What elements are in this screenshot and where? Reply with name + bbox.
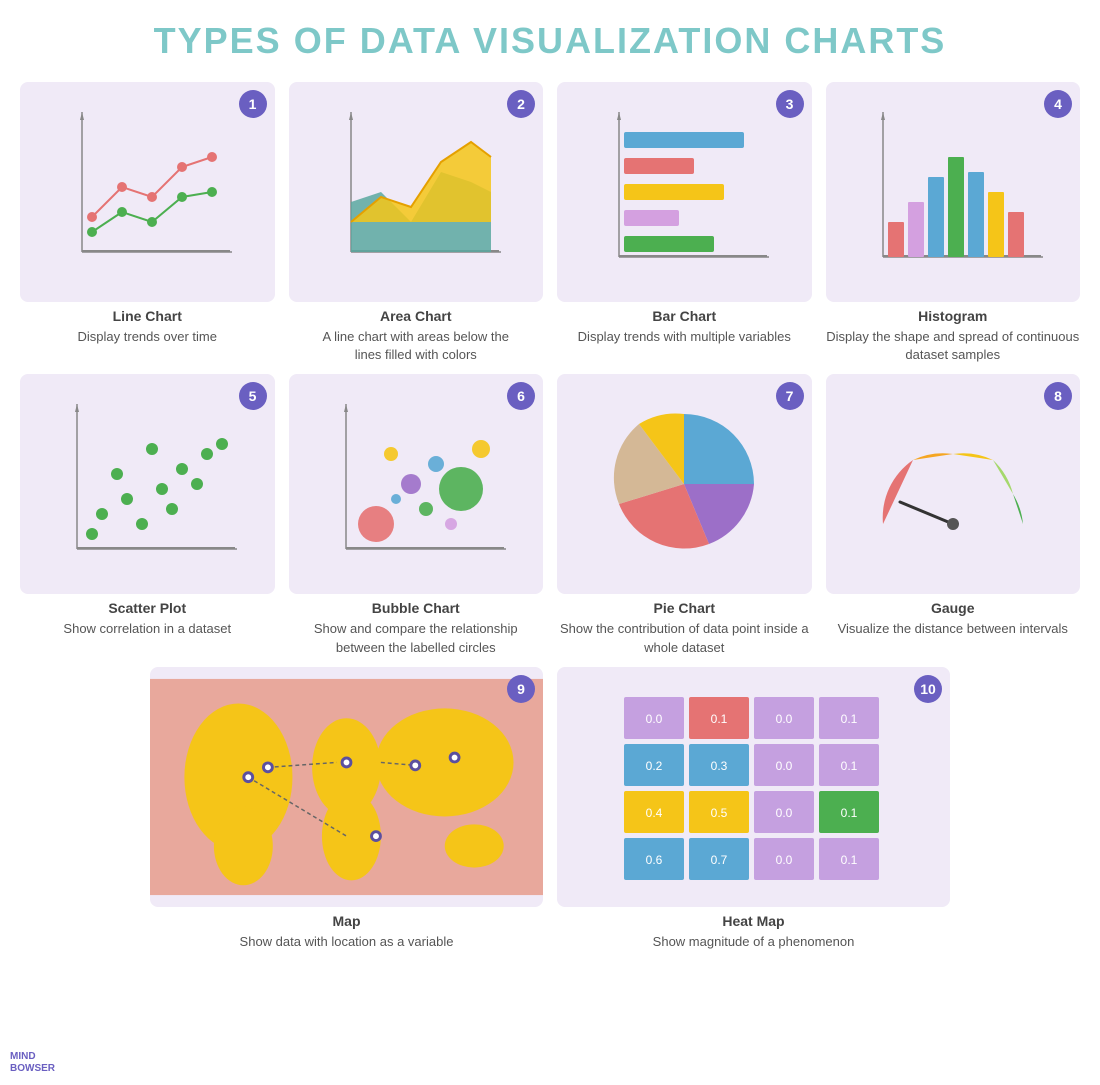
chart-label-9: Map xyxy=(333,913,361,929)
chart-number-1: 1 xyxy=(239,90,267,118)
chart-box-4: 4 xyxy=(826,82,1081,302)
svg-text:0.7: 0.7 xyxy=(710,853,727,867)
chart-number-8: 8 xyxy=(1044,382,1072,410)
chart-desc-9: Show data with location as a variable xyxy=(240,933,454,951)
chart-item-4: 4 Histogram Display the shape and spread… xyxy=(826,82,1081,364)
chart-number-5: 5 xyxy=(239,382,267,410)
chart-label-7: Pie Chart xyxy=(654,600,715,616)
chart-number-3: 3 xyxy=(776,90,804,118)
svg-text:0.4: 0.4 xyxy=(645,806,662,820)
svg-text:0.1: 0.1 xyxy=(840,759,857,773)
logo: MIND BOWSER xyxy=(10,1051,55,1075)
chart-label-5: Scatter Plot xyxy=(108,600,186,616)
chart-desc-4: Display the shape and spread of continuo… xyxy=(826,328,1081,364)
chart-item-2: 2 Area Chart A line chart with areas bel… xyxy=(289,82,544,364)
chart-desc-6: Show and compare the relationship betwee… xyxy=(289,620,544,656)
chart-number-2: 2 xyxy=(507,90,535,118)
logo-line1: MIND xyxy=(10,1051,55,1063)
gauge-svg xyxy=(858,394,1048,574)
svg-text:0.6: 0.6 xyxy=(645,853,662,867)
map-svg xyxy=(150,667,543,907)
chart-desc-3: Display trends with multiple variables xyxy=(578,328,791,346)
chart-label-4: Histogram xyxy=(918,308,987,324)
chart-grid-row2: 5 Scatter Plot Show xyxy=(20,374,1080,656)
heatmap-svg: 0.0 0.1 0.0 0.1 0.2 0.3 0.0 0.1 0.4 xyxy=(614,687,894,887)
chart-item-3: 3 Bar Chart Display trends with multiple… xyxy=(557,82,812,364)
svg-text:0.1: 0.1 xyxy=(710,712,727,726)
chart-label-10: Heat Map xyxy=(722,913,784,929)
chart-box-1: 1 xyxy=(20,82,275,302)
chart-label-8: Gauge xyxy=(931,600,975,616)
chart-box-9: 9 xyxy=(150,667,543,907)
bubble-svg xyxy=(321,394,511,574)
bar-chart-svg xyxy=(589,102,779,282)
chart-item-1: 1 Line xyxy=(20,82,275,364)
scatter-svg xyxy=(52,394,242,574)
chart-box-7: 7 xyxy=(557,374,812,594)
chart-item-8: 8 Gauge Visualize the distanc xyxy=(826,374,1081,656)
pie-svg xyxy=(589,394,779,574)
svg-text:0.1: 0.1 xyxy=(840,712,857,726)
chart-item-6: 6 Bubble Chart Show and compare the rela… xyxy=(289,374,544,656)
chart-item-10: 10 0.0 0.1 0.0 0.1 0.2 0.3 0.0 xyxy=(557,667,950,951)
chart-desc-1: Display trends over time xyxy=(78,328,217,346)
chart-number-9: 9 xyxy=(507,675,535,703)
chart-label-2: Area Chart xyxy=(380,308,452,324)
chart-box-10: 10 0.0 0.1 0.0 0.1 0.2 0.3 0.0 xyxy=(557,667,950,907)
chart-label-3: Bar Chart xyxy=(652,308,716,324)
chart-box-2: 2 xyxy=(289,82,544,302)
chart-desc-7: Show the contribution of data point insi… xyxy=(557,620,812,656)
histogram-svg xyxy=(858,102,1048,282)
area-chart-svg xyxy=(321,102,511,282)
chart-item-5: 5 Scatter Plot Show xyxy=(20,374,275,656)
title-part1: TYPES OF DATA VISUALIZATION xyxy=(154,20,785,61)
chart-number-4: 4 xyxy=(1044,90,1072,118)
line-chart-svg xyxy=(52,102,242,282)
chart-desc-8: Visualize the distance between intervals xyxy=(838,620,1068,638)
chart-number-10: 10 xyxy=(914,675,942,703)
svg-text:0.1: 0.1 xyxy=(840,806,857,820)
svg-text:0.1: 0.1 xyxy=(840,853,857,867)
svg-text:0.0: 0.0 xyxy=(775,806,792,820)
chart-number-6: 6 xyxy=(507,382,535,410)
chart-box-3: 3 xyxy=(557,82,812,302)
chart-grid-row1: 1 Line xyxy=(20,82,1080,364)
chart-grid-row3: 9 xyxy=(150,667,950,951)
chart-number-7: 7 xyxy=(776,382,804,410)
chart-desc-5: Show correlation in a dataset xyxy=(63,620,231,638)
chart-box-8: 8 xyxy=(826,374,1081,594)
chart-desc-10: Show magnitude of a phenomenon xyxy=(653,933,855,951)
svg-text:0.2: 0.2 xyxy=(645,759,662,773)
chart-item-9: 9 xyxy=(150,667,543,951)
svg-text:0.5: 0.5 xyxy=(710,806,727,820)
page-title: TYPES OF DATA VISUALIZATION CHARTS xyxy=(20,20,1080,62)
chart-desc-2: A line chart with areas below the lines … xyxy=(316,328,516,364)
svg-text:0.0: 0.0 xyxy=(775,712,792,726)
chart-box-5: 5 xyxy=(20,374,275,594)
chart-label-6: Bubble Chart xyxy=(372,600,460,616)
svg-text:0.0: 0.0 xyxy=(645,712,662,726)
svg-text:0.3: 0.3 xyxy=(710,759,727,773)
svg-text:0.0: 0.0 xyxy=(775,759,792,773)
chart-box-6: 6 xyxy=(289,374,544,594)
svg-text:0.0: 0.0 xyxy=(775,853,792,867)
logo-line2: BOWSER xyxy=(10,1063,55,1075)
chart-item-7: 7 Pie Chart Show the contribution of dat… xyxy=(557,374,812,656)
chart-label-1: Line Chart xyxy=(113,308,182,324)
title-part2: CHARTS xyxy=(784,20,946,61)
